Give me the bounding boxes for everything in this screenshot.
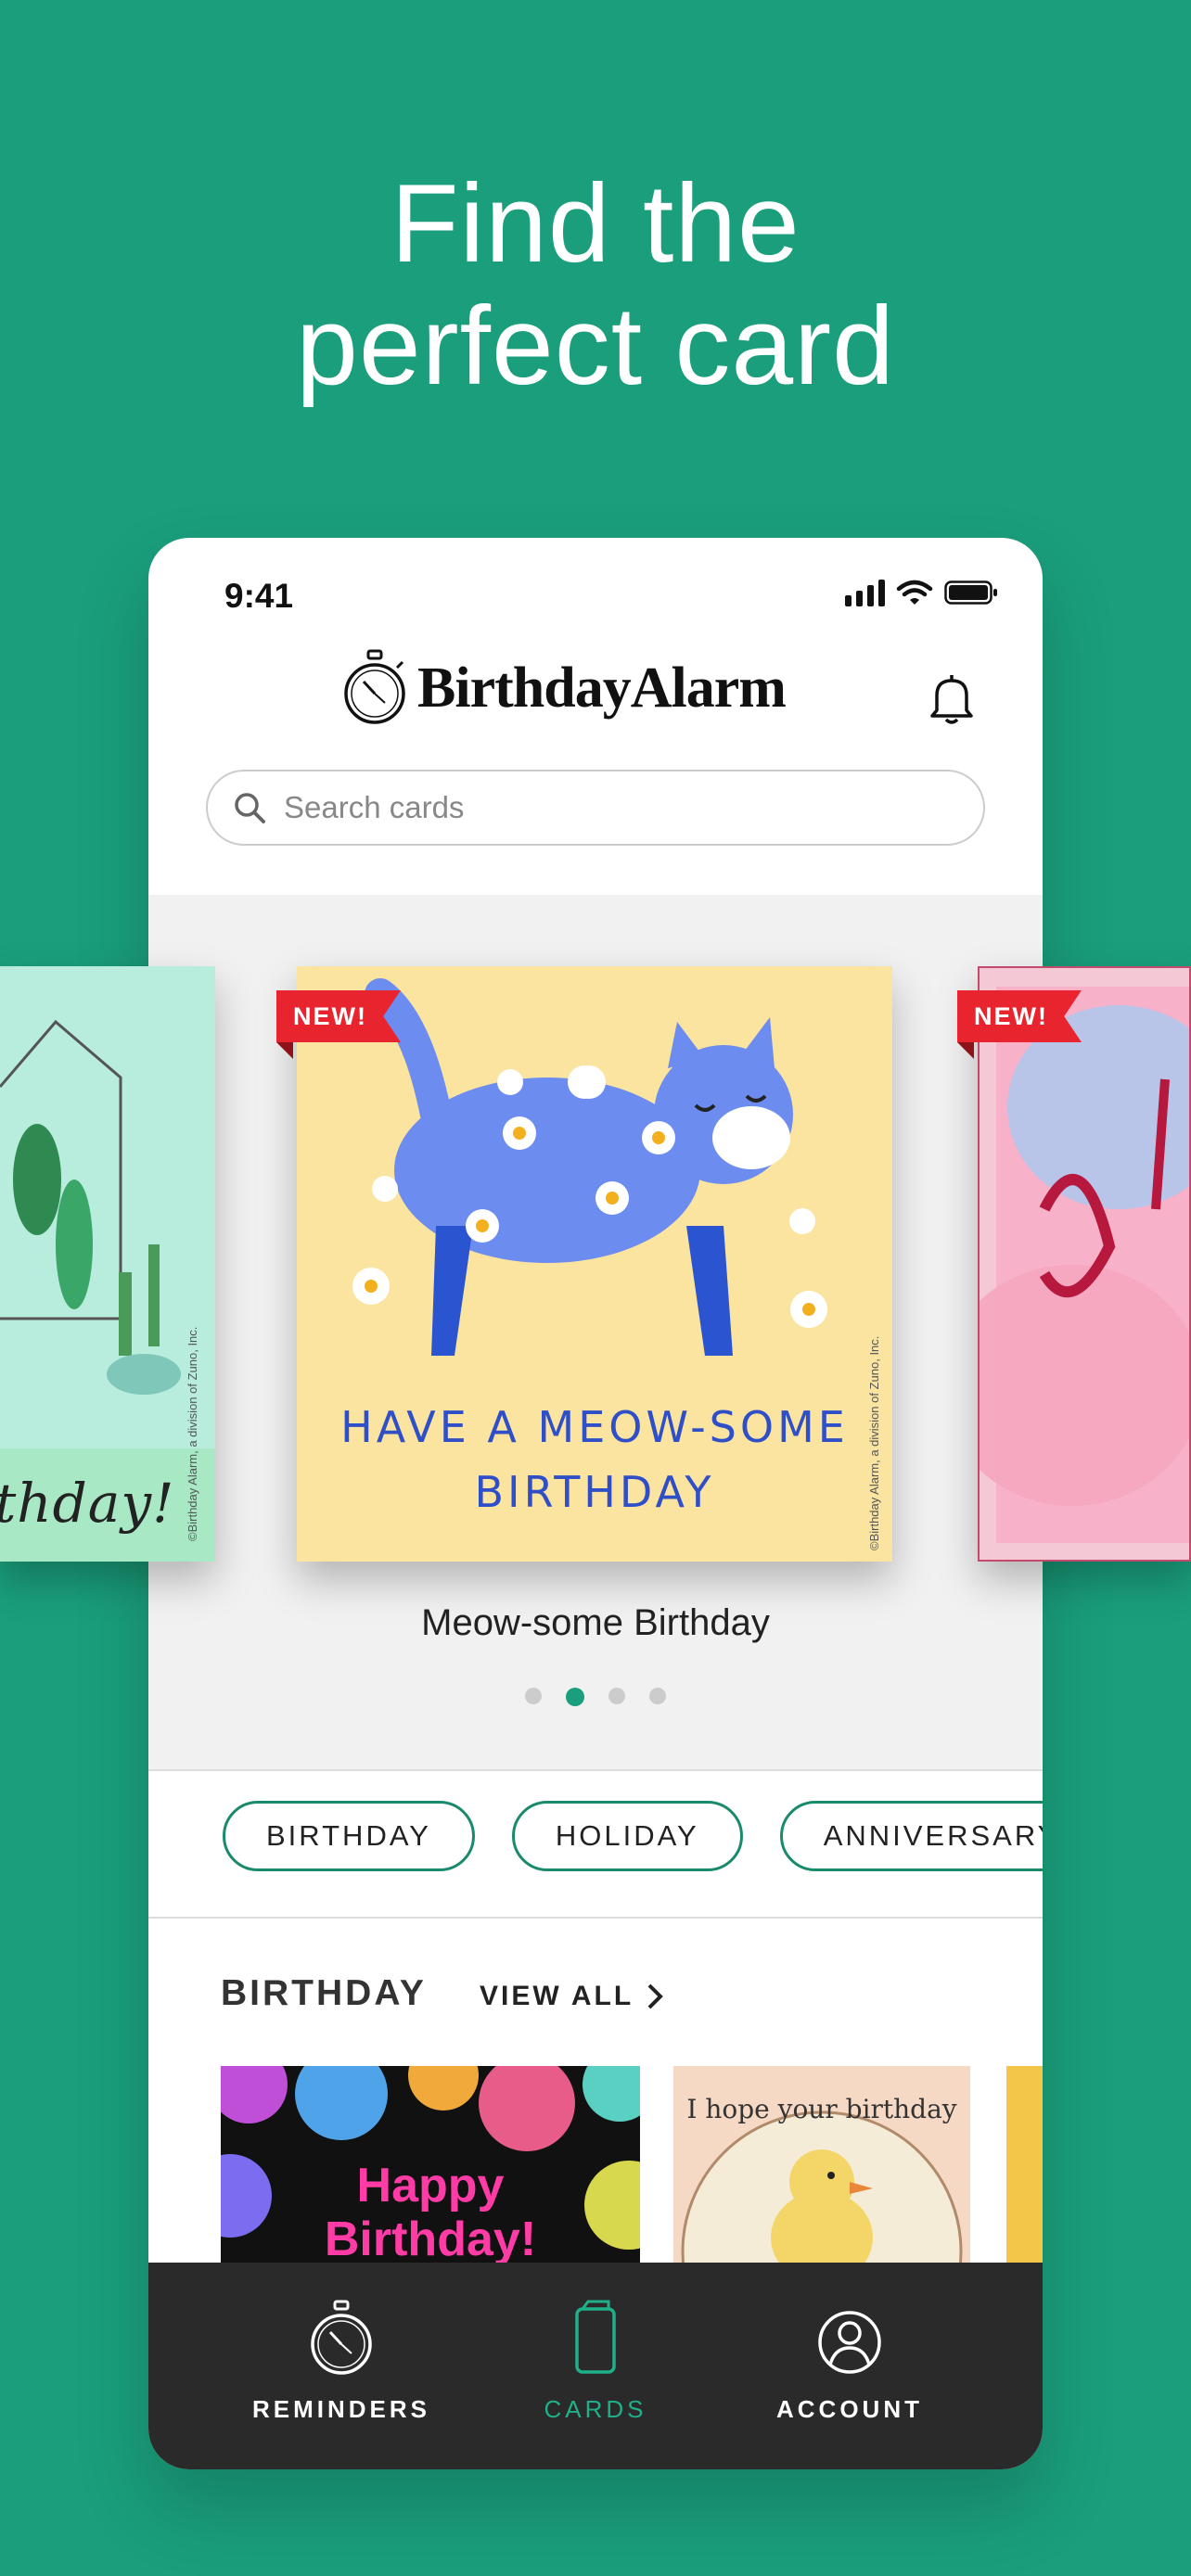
- ribbon-fold: [957, 1042, 974, 1059]
- headline-line-2: perfect card: [296, 284, 895, 408]
- carousel-dot[interactable]: [649, 1688, 666, 1704]
- search-icon: [235, 793, 265, 823]
- logo-text: BirthdayAlarm: [417, 656, 787, 720]
- card-icon: [575, 2300, 616, 2374]
- new-badge: NEW!: [957, 990, 1082, 1042]
- tab-bar: REMINDERS CARDS ACCOUNT: [148, 2263, 1043, 2469]
- divider: [148, 1917, 1043, 1919]
- card-thumbnail-happy-birthday[interactable]: Happy Birthday!: [221, 2066, 640, 2289]
- tab-label: REMINDERS: [251, 2395, 430, 2423]
- section-title: BIRTHDAY: [221, 1973, 427, 2013]
- status-icons: [845, 579, 998, 606]
- app-logo[interactable]: BirthdayAlarm: [341, 649, 787, 727]
- tab-label: ACCOUNT: [776, 2395, 923, 2423]
- category-chips: BIRTHDAY HOLIDAY ANNIVERSARY: [223, 1801, 1043, 1871]
- wifi-icon: [896, 580, 933, 605]
- carousel-card-main[interactable]: HAVE A MEOW-SOME BIRTHDAY ©Birthday Alar…: [297, 966, 892, 1562]
- stopwatch-logo-icon: [344, 649, 405, 724]
- new-badge: NEW!: [276, 990, 401, 1042]
- thumbnail-text-line-1: Happy: [356, 2159, 505, 2213]
- headline: Find the perfect card: [0, 162, 1191, 407]
- card-copyright: ©Birthday Alarm, a division of Zuno, Inc…: [186, 1326, 199, 1541]
- headline-line-1: Find the: [391, 161, 800, 286]
- chip-holiday[interactable]: HOLIDAY: [511, 1801, 743, 1871]
- card-text-line-2: BIRTHDAY: [474, 1467, 715, 1517]
- thumbnail-text: I hope your birthday: [686, 2094, 957, 2124]
- card-text-line-1: HAVE A MEOW-SOME: [340, 1402, 849, 1452]
- thumbnail-text: Happy Birthday!: [221, 2159, 640, 2266]
- tab-reminders[interactable]: REMINDERS: [225, 2300, 457, 2424]
- battery-icon: [944, 580, 997, 605]
- card-thumbnail-bee[interactable]: [1006, 2066, 1043, 2289]
- carousel-dot[interactable]: [525, 1688, 542, 1704]
- tab-account[interactable]: ACCOUNT: [734, 2300, 966, 2424]
- chevron-right-icon: [647, 1983, 664, 2009]
- carousel-dots: [148, 1688, 1043, 1706]
- carousel-card-right[interactable]: [978, 966, 1191, 1562]
- chip-anniversary[interactable]: ANNIVERSARY: [779, 1801, 1043, 1871]
- ribbon-fold: [276, 1042, 293, 1059]
- card-thumbnail-duckling[interactable]: I hope your birthday: [673, 2066, 970, 2289]
- chip-birthday[interactable]: BIRTHDAY: [223, 1801, 475, 1871]
- tab-cards[interactable]: CARDS: [480, 2300, 711, 2424]
- user-icon: [818, 2311, 881, 2374]
- signal-icon: [845, 579, 885, 606]
- bell-icon[interactable]: [926, 671, 978, 727]
- search-bar[interactable]: [206, 770, 985, 846]
- carousel-card-left[interactable]: thday! ©Birthday Alarm, a division of Zu…: [0, 966, 215, 1562]
- carousel-dot-active[interactable]: [566, 1688, 584, 1706]
- card-copyright: ©Birthday Alarm, a division of Zuno, Inc…: [867, 1335, 881, 1550]
- search-input[interactable]: [284, 781, 933, 835]
- stopwatch-icon: [311, 2300, 372, 2375]
- card-text: thday!: [0, 1472, 175, 1535]
- thumbnail-text-line-2: Birthday!: [324, 2213, 537, 2266]
- app-header: BirthdayAlarm: [148, 649, 1043, 742]
- carousel-dot[interactable]: [608, 1688, 625, 1704]
- watercolor-art: [980, 987, 1189, 1543]
- status-time: 9:41: [224, 577, 294, 615]
- view-all-link[interactable]: VIEW ALL: [480, 1981, 664, 2012]
- view-all-label: VIEW ALL: [480, 1981, 634, 2011]
- featured-card-caption: Meow-some Birthday: [421, 1602, 770, 1643]
- status-bar: 9:41: [148, 538, 1043, 631]
- tab-label: CARDS: [544, 2395, 647, 2423]
